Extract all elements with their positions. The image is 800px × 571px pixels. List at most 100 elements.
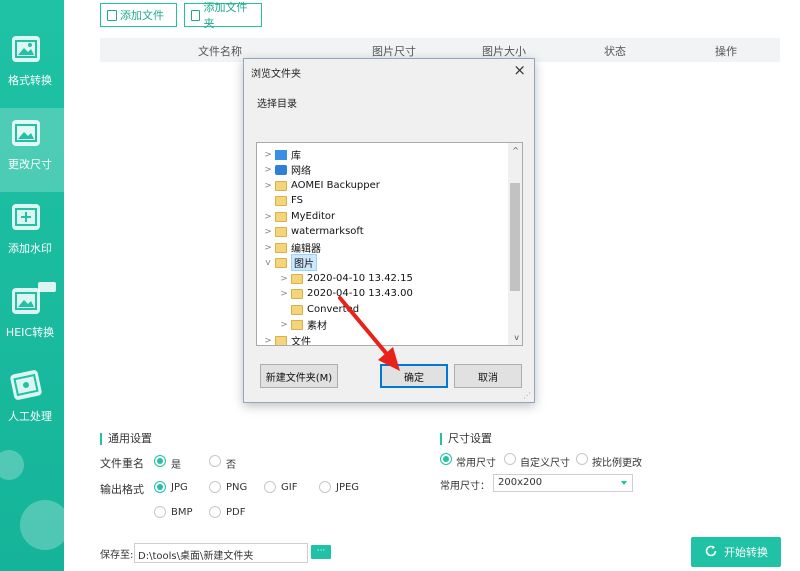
tree-item-label: MyEditor — [291, 211, 336, 222]
tree-item-label: FS — [291, 195, 303, 206]
format-jpeg-radio[interactable] — [319, 481, 331, 493]
tree-item-folder[interactable]: > 2020-04-10 13.42.15 — [279, 271, 413, 286]
new-folder-button[interactable]: 新建文件夹(M) — [260, 364, 338, 388]
size-mode-label: 常用尺寸 — [456, 458, 496, 469]
column-header: 状态 — [604, 45, 626, 58]
watermark-icon — [12, 204, 40, 230]
folder-icon — [275, 180, 287, 191]
refresh-icon — [704, 544, 718, 561]
column-header: 图片尺寸 — [372, 45, 416, 58]
format-option-label: PDF — [226, 507, 246, 518]
chevron-right-icon[interactable]: > — [263, 243, 273, 253]
chevron-right-icon[interactable]: > — [263, 181, 273, 191]
rename-yes-label: 是 — [171, 460, 181, 471]
chevron-right-icon[interactable]: > — [279, 289, 289, 299]
format-bmp-radio[interactable] — [154, 506, 166, 518]
scrollbar-thumb[interactable] — [510, 183, 520, 291]
tree-item-label: 图片 — [291, 254, 317, 271]
size-settings-title: 尺寸设置 — [440, 433, 492, 445]
tree-item-label: 2020-04-10 13.43.00 — [307, 288, 413, 299]
dialog-title: 浏览文件夹 — [251, 69, 301, 80]
sidebar-item-format-convert[interactable]: 格式转换 — [0, 24, 64, 108]
browse-button[interactable]: ··· — [311, 545, 331, 559]
format-png-radio[interactable] — [209, 481, 221, 493]
sidebar-item-watermark[interactable]: 添加水印 — [0, 192, 64, 276]
scroll-down-icon[interactable]: v — [514, 333, 519, 342]
format-label: 输出格式 — [100, 483, 144, 496]
sidebar-item-label: 添加水印 — [8, 242, 52, 255]
format-jpg-radio[interactable] — [154, 481, 166, 493]
add-folder-button[interactable]: 添加文件夹 — [184, 1, 262, 30]
sidebar-item-manual[interactable]: 人工处理 — [0, 360, 64, 444]
column-header: 操作 — [715, 45, 737, 58]
tree-item-folder[interactable]: > 文件 — [263, 333, 311, 346]
format-option-label: JPEG — [336, 482, 360, 493]
chevron-down-icon[interactable]: v — [263, 258, 273, 268]
size-mode-label: 自定义尺寸 — [520, 458, 570, 469]
new-badge-icon — [38, 282, 56, 292]
rename-no-radio[interactable] — [209, 455, 221, 467]
tree-item-library[interactable]: > 库 — [263, 147, 301, 162]
tree-item-folder[interactable]: > MyEditor — [263, 209, 335, 224]
folder-tree[interactable]: > 库 > 网络 > AOMEI Backupper FS > MyEditor… — [256, 142, 523, 346]
image-convert-icon — [12, 36, 40, 62]
tree-item-folder-selected[interactable]: v 图片 — [263, 254, 317, 271]
tree-item-folder[interactable]: Converted — [279, 302, 359, 317]
folder-icon — [275, 257, 287, 268]
tree-item-label: 素材 — [307, 321, 327, 332]
sidebar-item-resize[interactable]: 更改尺寸 — [0, 108, 64, 192]
image-resize-icon — [12, 120, 40, 146]
tree-scrollbar[interactable]: ^ v — [508, 143, 522, 345]
folder-icon — [291, 288, 303, 299]
size-mode-common-radio[interactable] — [440, 453, 452, 465]
common-size-value: 200x200 — [498, 477, 543, 488]
tree-item-label: 库 — [291, 151, 301, 162]
format-option-label: PNG — [226, 482, 248, 493]
chevron-right-icon[interactable]: > — [263, 165, 273, 175]
chevron-right-icon[interactable]: > — [279, 274, 289, 284]
folder-icon — [275, 211, 287, 222]
chevron-right-icon[interactable]: > — [263, 150, 273, 160]
chevron-right-icon[interactable]: > — [279, 320, 289, 330]
tree-item-network[interactable]: > 网络 — [263, 162, 311, 177]
format-gif-radio[interactable] — [264, 481, 276, 493]
tree-item-folder[interactable]: > watermarksoft — [263, 224, 363, 239]
sidebar-item-heic[interactable]: HEIC转换 — [0, 276, 64, 360]
scroll-up-icon[interactable]: ^ — [512, 146, 519, 155]
library-icon — [275, 149, 287, 160]
start-convert-button[interactable]: 开始转换 — [691, 537, 781, 567]
folder-icon — [291, 273, 303, 284]
tree-item-folder[interactable]: FS — [263, 193, 303, 208]
add-file-button[interactable]: 添加文件 — [100, 3, 177, 27]
chevron-right-icon[interactable]: > — [263, 212, 273, 222]
tree-item-folder[interactable]: > AOMEI Backupper — [263, 178, 380, 193]
resize-grip-icon[interactable]: ⋰ — [523, 391, 531, 400]
folder-icon — [275, 335, 287, 345]
cancel-button[interactable]: 取消 — [454, 364, 522, 388]
format-option-label: JPG — [171, 482, 188, 493]
folder-outline-icon — [191, 9, 201, 21]
tree-item-folder[interactable]: > 编辑器 — [263, 240, 321, 255]
add-folder-label: 添加文件夹 — [203, 1, 248, 30]
folder-icon — [275, 226, 287, 237]
common-size-select[interactable]: 200x200 — [493, 474, 633, 492]
ok-button[interactable]: 确定 — [380, 364, 448, 388]
folder-icon — [275, 195, 287, 206]
tree-item-folder[interactable]: > 2020-04-10 13.43.00 — [279, 286, 413, 301]
size-mode-custom-radio[interactable] — [504, 453, 516, 465]
tree-item-folder[interactable]: > 素材 — [279, 317, 327, 332]
rename-yes-radio[interactable] — [154, 455, 166, 467]
format-option-label: GIF — [281, 482, 298, 493]
column-header: 文件名称 — [198, 45, 242, 58]
tree-item-label: 2020-04-10 13.42.15 — [307, 273, 413, 284]
format-pdf-radio[interactable] — [209, 506, 221, 518]
close-icon[interactable]: × — [513, 61, 526, 79]
folder-icon — [275, 242, 287, 253]
tree-item-label: AOMEI Backupper — [291, 180, 380, 191]
rename-no-label: 否 — [226, 460, 236, 471]
size-mode-ratio-radio[interactable] — [576, 453, 588, 465]
chevron-right-icon[interactable]: > — [263, 336, 273, 346]
save-path-input[interactable]: D:\tools\桌面\新建文件夹 — [134, 543, 308, 563]
chevron-right-icon[interactable]: > — [263, 227, 273, 237]
general-settings-title: 通用设置 — [100, 433, 152, 445]
